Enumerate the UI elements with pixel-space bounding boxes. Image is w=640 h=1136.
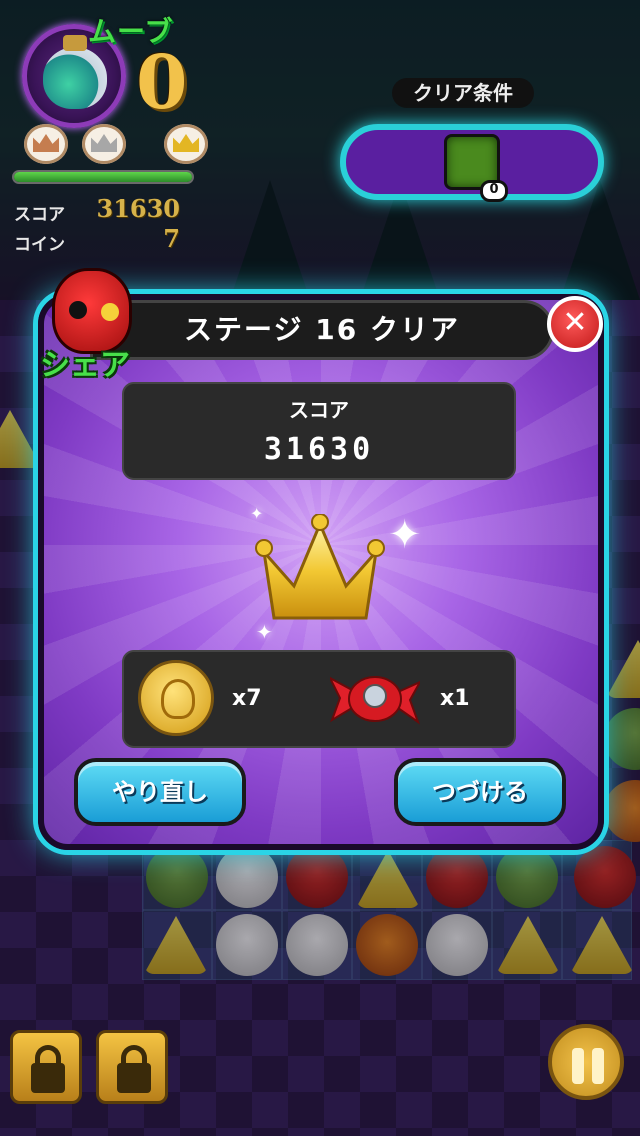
close-icon: ✕ — [562, 305, 588, 340]
share-label[interactable]: シェア — [40, 340, 130, 384]
goal-count: 0 — [480, 180, 508, 202]
silver-crown-icon — [82, 124, 126, 164]
pause-icon — [572, 1048, 584, 1084]
candy-icon — [330, 676, 420, 725]
score-panel: スコア 31630 — [122, 382, 516, 480]
continue-button[interactable]: つづける — [394, 758, 566, 826]
hud-coin-label: コイン — [14, 235, 65, 255]
retry-button[interactable]: やり直し — [74, 758, 246, 826]
potion-icon — [43, 47, 107, 109]
bronze-crown-icon — [24, 124, 68, 164]
moves-count: 0 — [136, 40, 188, 126]
locked-booster-button[interactable] — [96, 1030, 168, 1104]
candy-reward-count: x1 — [440, 686, 470, 711]
locked-booster-button[interactable] — [10, 1030, 82, 1104]
hud-score-value: 31630 — [96, 194, 181, 223]
sparkle-icon: ✦ — [388, 512, 422, 558]
reward-panel: x7 x1 — [122, 650, 516, 748]
potion-cork — [63, 35, 87, 51]
goal-title: クリア条件 — [392, 78, 534, 108]
dialog-header: ステージ 16 クリア — [90, 300, 554, 360]
mascot-eye — [69, 301, 87, 319]
score-label: スコア — [289, 398, 349, 422]
sparkle-icon: ✦ — [250, 504, 264, 523]
hud-score-label: スコア — [14, 205, 65, 225]
dialog-title: ステージ 16 クリア — [184, 313, 460, 346]
gold-crown-icon — [255, 514, 385, 620]
score-progress-bar — [12, 170, 194, 184]
mascot-eye — [101, 303, 119, 321]
gold-crown-icon — [164, 124, 208, 164]
score-progress-fill — [14, 172, 192, 182]
coin-reward-count: x7 — [232, 686, 262, 711]
skull-coin-icon — [138, 660, 214, 736]
sparkle-icon: ✦ — [256, 620, 273, 644]
pause-button[interactable] — [548, 1024, 624, 1100]
hud-coin-value: 7 — [163, 224, 180, 253]
score-value: 31630 — [263, 432, 375, 467]
goal-panel: 0 — [340, 124, 604, 202]
close-button[interactable]: ✕ — [547, 296, 603, 352]
